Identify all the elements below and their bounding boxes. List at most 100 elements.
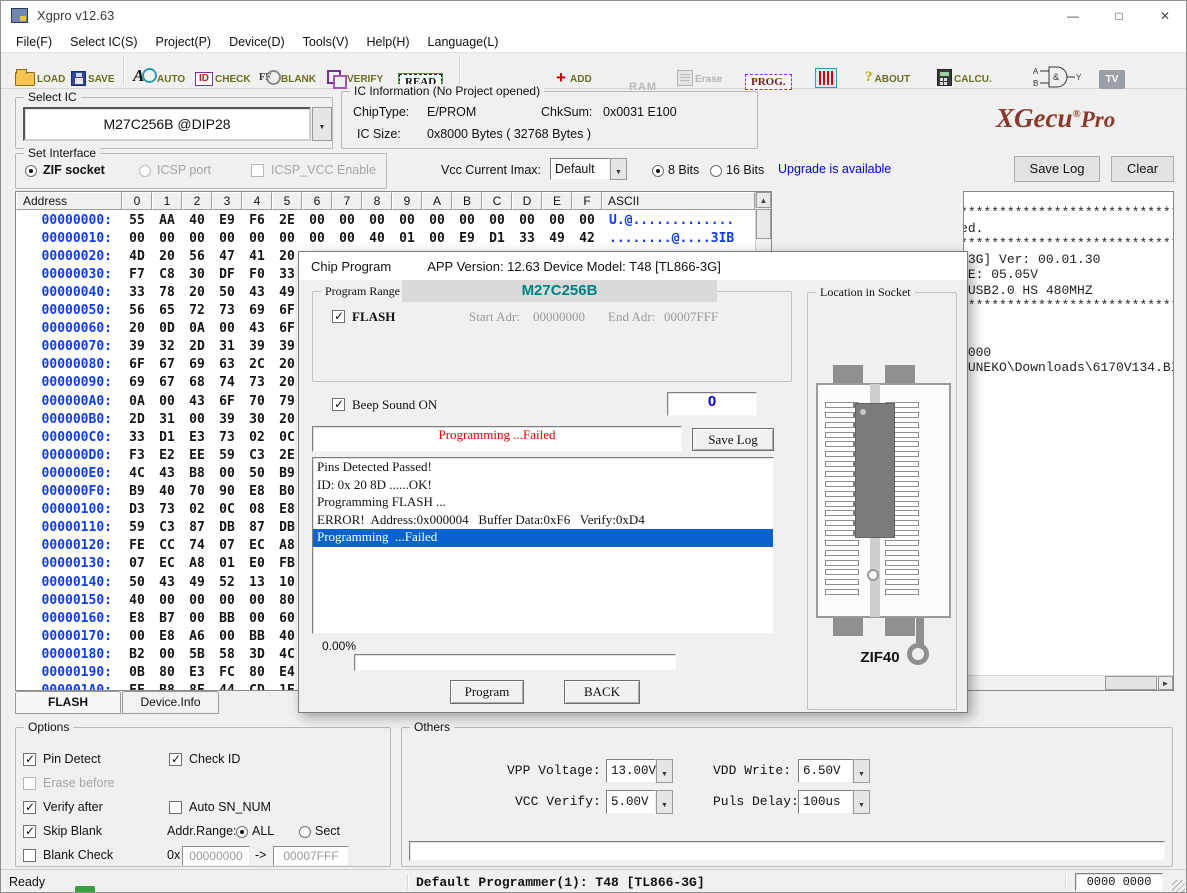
addr-all-radio[interactable] <box>236 826 248 838</box>
menu-language[interactable]: Language(L) <box>419 31 508 53</box>
vcc-imax-dropdown[interactable] <box>610 158 627 180</box>
vdd-write-combo[interactable]: 6.50V <box>798 759 853 783</box>
hex-byte: B2 <box>122 647 152 662</box>
hex-byte: 00 <box>302 231 332 246</box>
hex-address: 00000090: <box>16 375 122 390</box>
set-interface-legend: Set Interface <box>24 146 100 160</box>
minimize-icon[interactable]: — <box>1050 1 1096 31</box>
ram-button[interactable]: RAM <box>629 63 657 93</box>
verify-button[interactable]: VERIFY <box>327 56 383 86</box>
resize-grip[interactable] <box>1172 880 1185 893</box>
verify-after-label: Verify after <box>43 800 103 814</box>
clear-button[interactable]: Clear <box>1111 156 1174 182</box>
hex-byte: 49 <box>542 231 572 246</box>
dialog-log-line[interactable]: Programming ...Failed <box>313 529 773 547</box>
maximize-icon[interactable]: □ <box>1096 1 1142 31</box>
vcc-imax-combo[interactable]: Default <box>550 158 610 180</box>
scrollbar-thumb[interactable] <box>1105 676 1157 690</box>
puls-dropdown[interactable] <box>853 790 870 814</box>
vcc-dropdown[interactable] <box>656 790 673 814</box>
hex-byte: B8 <box>182 466 212 481</box>
save-log-button[interactable]: Save Log <box>1014 156 1100 182</box>
zif-socket-radio[interactable] <box>25 165 37 177</box>
hex-byte: 67 <box>152 357 182 372</box>
selected-ic-box[interactable]: M27C256B @DIP28 <box>23 107 311 141</box>
dialog-log-line[interactable]: Programming FLASH ... <box>313 494 773 512</box>
erase-button[interactable]: Erase <box>677 56 722 86</box>
auto-button[interactable]: A AUTO <box>133 56 185 86</box>
calculator-button[interactable]: CALCU. <box>937 56 992 86</box>
scroll-right-icon[interactable]: ► <box>1158 676 1173 690</box>
beep-checkbox[interactable] <box>332 398 345 411</box>
blank-button[interactable]: FF BLANK <box>259 56 316 86</box>
logic-gate-button[interactable]: AB & Y <box>1033 59 1085 89</box>
scrollbar-thumb[interactable] <box>756 209 771 239</box>
hex-byte: 73 <box>212 430 242 445</box>
menu-tools[interactable]: Tools(V) <box>294 31 358 53</box>
tab-device-info[interactable]: Device.Info <box>122 691 219 714</box>
flash-checkbox[interactable] <box>332 310 345 323</box>
hex-byte: 0D <box>152 321 182 336</box>
blank-check-checkbox[interactable] <box>23 849 36 862</box>
program-button[interactable]: Program <box>450 680 524 704</box>
range-from-field[interactable]: 00000000 <box>182 846 250 866</box>
puls-delay-combo[interactable]: 100us <box>798 790 853 814</box>
skip-blank-checkbox[interactable] <box>23 825 36 838</box>
bits16-radio[interactable] <box>710 165 722 177</box>
vpp-dropdown[interactable] <box>656 759 673 783</box>
socket-label: ZIF40 <box>840 649 920 666</box>
prog-button[interactable]: PROG. <box>745 60 792 90</box>
menu-select-ic[interactable]: Select IC(S) <box>61 31 146 53</box>
chip-test-button[interactable] <box>815 58 837 88</box>
log-horizontal-scrollbar[interactable]: ► <box>964 675 1173 690</box>
tv-button[interactable]: TV <box>1099 59 1125 89</box>
hex-row: 00000170:00E8A600BB40 <box>16 627 302 645</box>
ic-size-value: 0x8000 Bytes ( 32768 Bytes ) <box>427 127 591 141</box>
menu-project[interactable]: Project(P) <box>147 31 221 53</box>
add-button[interactable]: + ADD <box>554 56 592 86</box>
icsp-vcc-checkbox[interactable] <box>251 164 264 177</box>
bits8-radio[interactable] <box>652 165 664 177</box>
dialog-log-line[interactable]: Pins Detected Passed! <box>313 459 773 477</box>
tab-flash[interactable]: FLASH <box>15 691 121 714</box>
save-button[interactable]: SAVE <box>71 56 115 86</box>
hex-address: 00000100: <box>16 502 122 517</box>
erase-before-checkbox[interactable] <box>23 777 36 790</box>
hex-row: 00000090:696768747320 <box>16 374 302 392</box>
check-id-button[interactable]: ID CHECK <box>195 56 251 86</box>
hex-address: 00000160: <box>16 611 122 626</box>
about-button[interactable]: ? ABOUT <box>865 56 910 86</box>
dialog-save-log-button[interactable]: Save Log <box>692 428 774 451</box>
range-to-field[interactable]: 00007FFF <box>273 846 349 866</box>
close-icon[interactable]: ✕ <box>1142 1 1187 31</box>
menu-help[interactable]: Help(H) <box>357 31 418 53</box>
pin-detect-checkbox[interactable] <box>23 753 36 766</box>
icsp-port-radio[interactable] <box>139 165 151 177</box>
hex-byte: 00 <box>122 231 152 246</box>
hex-column-header: 0 <box>122 192 152 210</box>
vcc-verify-combo[interactable]: 5.00V <box>606 790 656 814</box>
verify-after-checkbox[interactable] <box>23 801 36 814</box>
back-button[interactable]: BACK <box>564 680 640 704</box>
upgrade-link[interactable]: Upgrade is available <box>778 162 891 176</box>
load-button[interactable]: LOAD <box>15 56 65 86</box>
socket-slot <box>825 501 859 507</box>
scroll-up-icon[interactable]: ▲ <box>756 192 771 208</box>
hex-byte: 52 <box>212 575 242 590</box>
hex-address: 000000F0: <box>16 484 122 499</box>
ic-dropdown-button[interactable] <box>312 107 332 141</box>
hex-column-header: 3 <box>212 192 242 210</box>
dialog-log-line[interactable]: ID: 0x 20 8D ......OK! <box>313 477 773 495</box>
vdd-dropdown[interactable] <box>853 759 870 783</box>
auto-sn-checkbox[interactable] <box>169 801 182 814</box>
addr-sect-radio[interactable] <box>299 826 311 838</box>
dialog-log-list: Pins Detected Passed!ID: 0x 20 8D ......… <box>313 459 775 636</box>
menu-file[interactable]: File(F) <box>7 31 61 53</box>
menu-device[interactable]: Device(D) <box>220 31 294 53</box>
dialog-log-line[interactable]: ERROR! Address:0x000004 Buffer Data:0xF6… <box>313 512 773 530</box>
check-id-checkbox[interactable] <box>169 753 182 766</box>
erase-icon <box>677 70 693 86</box>
selected-ic-value: M27C256B @DIP28 <box>25 109 309 139</box>
hex-column-header: 9 <box>392 192 422 210</box>
vpp-voltage-combo[interactable]: 13.00V <box>606 759 656 783</box>
